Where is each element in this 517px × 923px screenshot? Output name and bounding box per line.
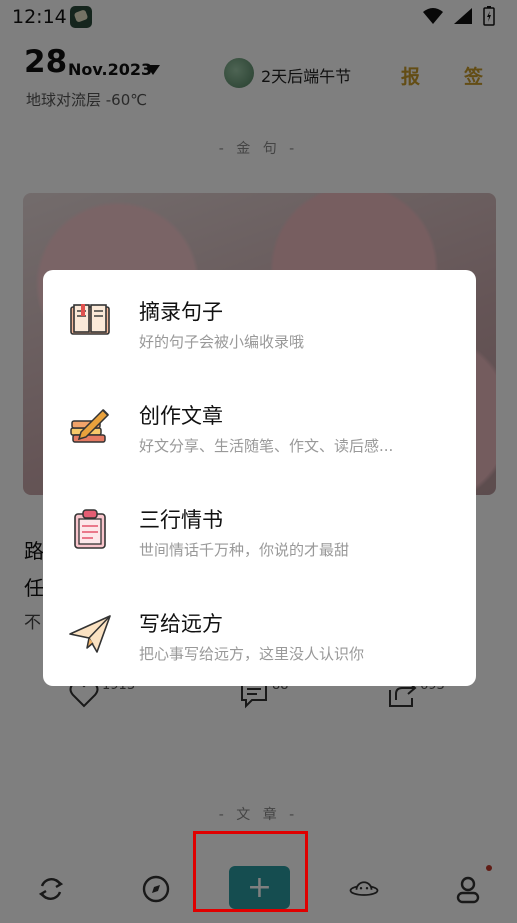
menu-item-subtitle: 好文分享、生活随笔、作文、读后感... [139,437,394,455]
menu-item-faraway[interactable]: 写给远方 把心事写给远方，这里没人认识你 [43,582,476,686]
create-menu-dialog: 摘录句子 好的句子会被小编收录哦 创作文章 好文分享、生活随笔、作文、读后感..… [43,270,476,686]
menu-item-excerpt[interactable]: 摘录句子 好的句子会被小编收录哦 [43,270,476,374]
menu-item-subtitle: 把心事写给远方，这里没人认识你 [139,645,365,663]
menu-item-title: 写给远方 [139,612,223,636]
book-icon [70,304,110,335]
menu-item-title: 三行情书 [139,508,223,532]
menu-item-subtitle: 世间情话千万种，你说的才最甜 [139,541,350,559]
menu-item-title: 摘录句子 [139,300,223,324]
clipboard-icon [74,509,106,549]
add-button-highlight [193,831,308,912]
menu-item-article[interactable]: 创作文章 好文分享、生活随笔、作文、读后感... [43,374,476,478]
paper-plane-icon [69,615,111,653]
menu-item-title: 创作文章 [139,404,223,428]
pen-books-icon [70,408,110,443]
menu-item-subtitle: 好的句子会被小编收录哦 [139,333,305,351]
menu-item-love-letter[interactable]: 三行情书 世间情话千万种，你说的才最甜 [43,478,476,582]
